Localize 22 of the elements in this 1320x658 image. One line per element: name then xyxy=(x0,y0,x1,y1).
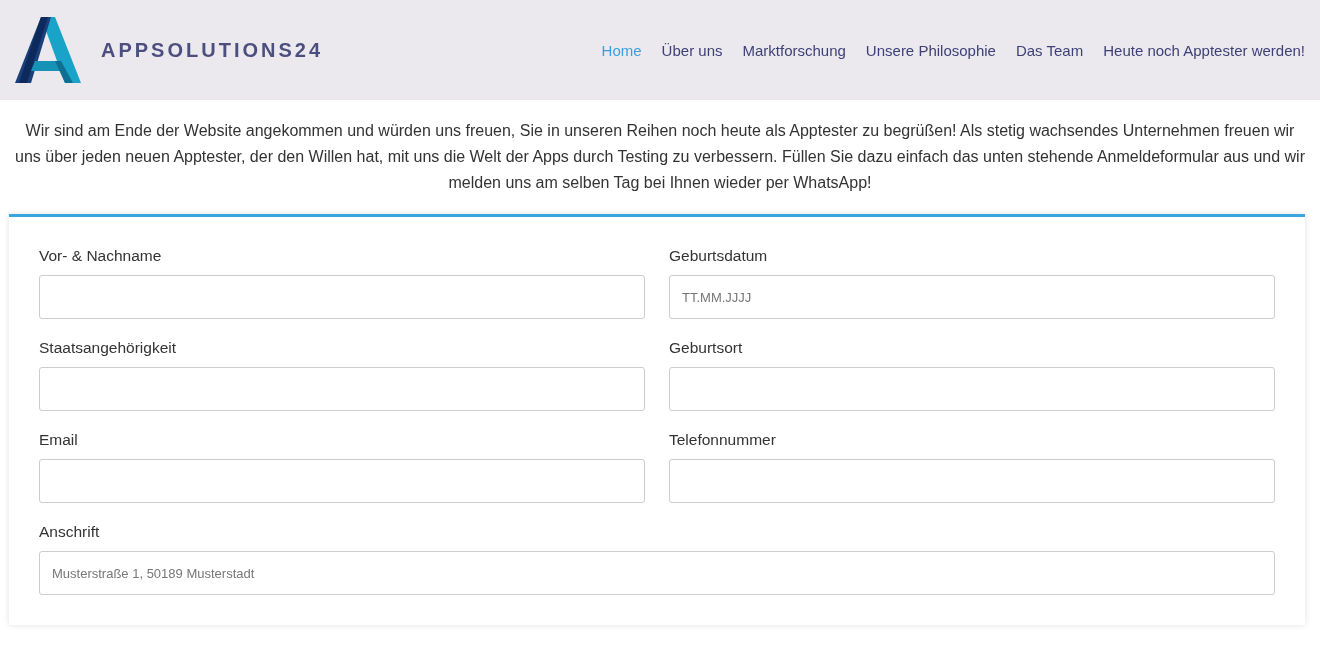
input-field[interactable] xyxy=(39,459,645,503)
nav-link[interactable]: Über uns xyxy=(661,41,723,59)
intro-paragraph: Wir sind am Ende der Website angekommen und würden uns freuen, Sie in unseren Reihen noch heute als Apptester zu begrüßen! Als stetig wachsendes Unternehmen freuen wir uns über jeden neuen Apptester, der den Willen hat, mit uns die Welt der Apps durch Testing zu verbessern. Füllen Sie dazu einfach das unten stehende Anmeldeformular aus und wir melden uns am selben Tag bei Ihnen wieder per WhatsApp! xyxy=(14,121,1306,193)
field-label: Geburtsdatum xyxy=(669,247,769,265)
nav-link[interactable]: Unsere Philosophie xyxy=(865,41,996,59)
input-field[interactable] xyxy=(669,459,1275,503)
field-label: Anschrift xyxy=(39,523,101,541)
nav-link[interactable]: Heute noch Apptester werden! xyxy=(1103,41,1305,59)
input-field[interactable]: Musterstraße 1, 50189 Musterstadt xyxy=(39,551,1275,595)
field-label: Geburtsort xyxy=(669,339,744,357)
nav-link[interactable]: Das Team xyxy=(1015,41,1084,59)
input-field[interactable] xyxy=(39,367,645,411)
brand-name: APPSOLUTIONS24 xyxy=(101,38,324,62)
input-field[interactable] xyxy=(39,275,645,319)
input-field[interactable] xyxy=(669,367,1275,411)
field-label: Staatsangehörigkeit xyxy=(39,339,177,357)
field-label: Vor- & Nachname xyxy=(39,247,163,265)
field-label: Email xyxy=(39,431,79,449)
nav-link[interactable]: Marktforschung xyxy=(742,41,846,59)
input-field[interactable]: TT.MM.JJJJ xyxy=(669,275,1275,319)
field-label: Telefonnummer xyxy=(669,431,777,449)
logo-icon xyxy=(15,17,81,83)
